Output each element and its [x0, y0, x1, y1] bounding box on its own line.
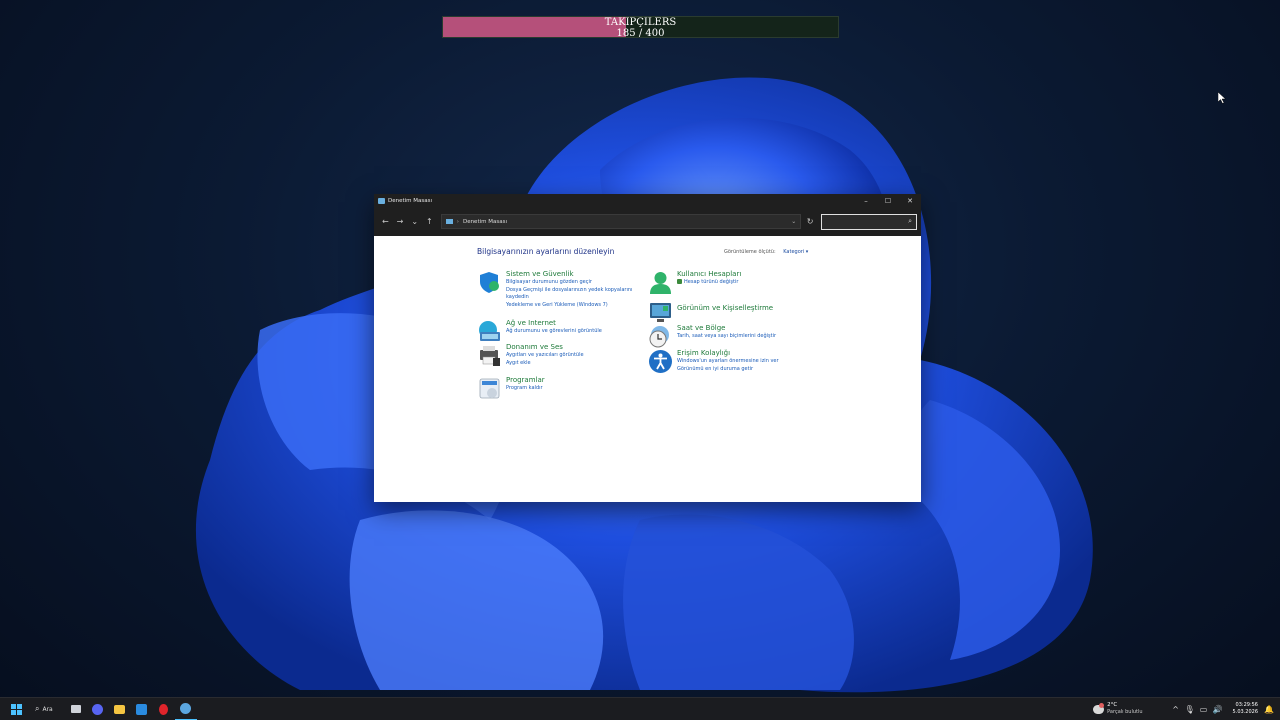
page-title: Bilgisayarınızın ayarlarını düzenleyin: [477, 247, 615, 256]
taskbar-search-label: Ara: [42, 705, 53, 713]
followers-goal: 400: [645, 28, 665, 38]
category-link[interactable]: Tarih, saat veya sayı biçimlerini değişt…: [677, 333, 776, 341]
category-hardware-sound[interactable]: Donanım ve Ses Aygıtları ve yazıcıları g…: [477, 343, 584, 368]
category-link[interactable]: Bilgisayar durumunu gözden geçir: [506, 279, 636, 287]
taskbar-discord[interactable]: [87, 698, 109, 720]
refresh-icon[interactable]: ↻: [801, 217, 819, 226]
category-clock-region[interactable]: Saat ve Bölge Tarih, saat veya sayı biçi…: [648, 324, 776, 349]
category-system-security[interactable]: Sistem ve Güvenlik Bilgisayar durumunu g…: [477, 270, 636, 309]
printer-icon: [480, 346, 500, 366]
title-bar[interactable]: Denetim Masası – ☐ ✕: [374, 194, 921, 207]
maximize-button[interactable]: ☐: [877, 197, 899, 205]
view-by: Görüntüleme ölçütü: Kategori ▾: [724, 249, 808, 255]
category-title[interactable]: Görünüm ve Kişiselleştirme: [677, 304, 773, 313]
taskbar-mail[interactable]: [131, 698, 153, 720]
mouse-cursor-icon: [1218, 92, 1226, 104]
windows-logo-icon: [10, 703, 22, 715]
category-link[interactable]: Ağ durumunu ve görevlerini görüntüle: [506, 328, 602, 336]
followers-label: TAKİPÇİLERS: [604, 17, 677, 28]
category-title[interactable]: Donanım ve Ses: [506, 343, 584, 352]
recent-locations-chevron-icon[interactable]: ⌄: [407, 217, 422, 226]
address-bar[interactable]: › Denetim Masası ⌄: [440, 214, 802, 229]
taskbar: ⌕ Ara 2°C Parçalı bulutlu ^ 🎙 ▭ 🔊 03:29:…: [0, 697, 1280, 720]
category-link[interactable]: Hesap türünü değiştir: [677, 279, 741, 287]
programs-icon: [479, 378, 500, 399]
task-view-icon: [70, 705, 81, 713]
clock-time: 03:29:56: [1235, 702, 1258, 708]
category-title[interactable]: Ağ ve Internet: [506, 319, 602, 328]
clock[interactable]: 03:29:56 5.03.2026: [1233, 702, 1258, 716]
control-panel-window[interactable]: Denetim Masası – ☐ ✕ ← → ⌄ ↑ › Denetim M…: [374, 194, 921, 502]
clock-date: 5.03.2026: [1232, 709, 1258, 715]
weather-widget[interactable]: 2°C Parçalı bulutlu: [1093, 702, 1143, 716]
category-ease-of-access[interactable]: Erişim Kolaylığı Windows'un ayarları öne…: [648, 349, 779, 374]
category-title[interactable]: Kullanıcı Hesapları: [677, 270, 741, 279]
microphone-icon[interactable]: 🎙: [1183, 705, 1197, 714]
start-button[interactable]: [5, 698, 27, 720]
breadcrumb-separator-icon: ›: [456, 218, 459, 225]
category-user-accounts[interactable]: Kullanıcı Hesapları Hesap türünü değişti…: [648, 270, 741, 295]
breadcrumb-control-panel[interactable]: Denetim Masası: [463, 219, 507, 225]
folder-icon: [114, 704, 126, 714]
control-panel-taskbar-icon: [180, 702, 192, 714]
view-by-label: Görüntüleme ölçütü:: [724, 249, 776, 255]
category-link[interactable]: Program kaldır: [506, 385, 545, 393]
forward-arrow-icon[interactable]: →: [393, 217, 408, 226]
weather-desc: Parçalı bulutlu: [1107, 709, 1143, 715]
category-title[interactable]: Saat ve Bölge: [677, 324, 776, 333]
followers-current: 185: [616, 28, 636, 38]
category-appearance-personalization[interactable]: Görünüm ve Kişiselleştirme: [648, 300, 773, 325]
control-panel-content: Bilgisayarınızın ayarlarını düzenleyin G…: [374, 236, 921, 502]
task-view-button[interactable]: [65, 698, 87, 720]
mail-icon: [136, 703, 148, 715]
search-icon: ⌕: [35, 704, 40, 713]
weather-temp: 2°C: [1107, 702, 1118, 708]
notification-bell-icon[interactable]: 🔔: [1264, 705, 1274, 714]
address-control-panel-icon: [445, 219, 453, 224]
category-link[interactable]: Görünümü en iyi duruma getir: [677, 366, 779, 374]
category-link[interactable]: Yedekleme ve Geri Yükleme (Windows 7): [506, 302, 636, 310]
shield-icon: [480, 272, 499, 293]
followers-goal-bar: TAKİPÇİLERS 185 / 400: [442, 16, 839, 38]
system-tray: 2°C Parçalı bulutlu ^ 🎙 ▭ 🔊 03:29:56 5.0…: [1093, 698, 1280, 720]
up-arrow-icon[interactable]: ↑: [422, 217, 437, 226]
address-dropdown-icon[interactable]: ⌄: [791, 218, 796, 225]
category-programs[interactable]: Programlar Program kaldır: [477, 376, 545, 401]
category-title[interactable]: Sistem ve Güvenlik: [506, 270, 636, 279]
weather-cloud-icon: [1093, 702, 1105, 714]
taskbar-opera[interactable]: [153, 698, 175, 720]
search-icon: ⌕: [908, 217, 912, 225]
category-title[interactable]: Erişim Kolaylığı: [677, 349, 779, 358]
taskbar-control-panel[interactable]: [174, 698, 197, 720]
appearance-icon: [650, 303, 671, 322]
navigation-bar: ← → ⌄ ↑ › Denetim Masası ⌄ ↻ ⌕: [374, 207, 921, 236]
search-input[interactable]: ⌕: [820, 213, 917, 230]
shield-mini-icon: [677, 279, 682, 284]
followers-count: 185 / 400: [443, 28, 838, 38]
category-title[interactable]: Programlar: [506, 376, 545, 385]
volume-icon[interactable]: 🔊: [1211, 705, 1225, 714]
category-network-internet[interactable]: Ağ ve Internet Ağ durumunu ve görevlerin…: [477, 319, 602, 344]
network-icon[interactable]: ▭: [1197, 705, 1211, 714]
user-icon: [650, 272, 671, 294]
network-icon: [479, 321, 500, 341]
category-link[interactable]: Aygıtları ve yazıcıları görüntüle: [506, 352, 584, 360]
taskbar-search[interactable]: ⌕ Ara: [35, 704, 53, 714]
opera-icon: [159, 703, 169, 715]
back-arrow-icon[interactable]: ←: [378, 217, 393, 226]
window-title: Denetim Masası: [388, 197, 433, 204]
category-link[interactable]: Windows'un ayarları önermesine izin ver: [677, 358, 779, 366]
category-link[interactable]: Aygıt ekle: [506, 360, 584, 368]
clock-icon: [649, 326, 669, 348]
view-by-dropdown[interactable]: Kategori ▾: [783, 249, 808, 255]
control-panel-icon: [378, 197, 385, 204]
show-hidden-icons-chevron-icon[interactable]: ^: [1169, 705, 1183, 714]
category-link[interactable]: Dosya Geçmişi ile dosyalarınızın yedek k…: [506, 287, 636, 302]
taskbar-file-explorer[interactable]: [109, 698, 131, 720]
discord-icon: [92, 703, 104, 715]
accessibility-icon: [649, 350, 672, 373]
followers-separator: /: [638, 28, 643, 38]
close-button[interactable]: ✕: [899, 197, 921, 205]
minimize-button[interactable]: –: [855, 197, 877, 205]
